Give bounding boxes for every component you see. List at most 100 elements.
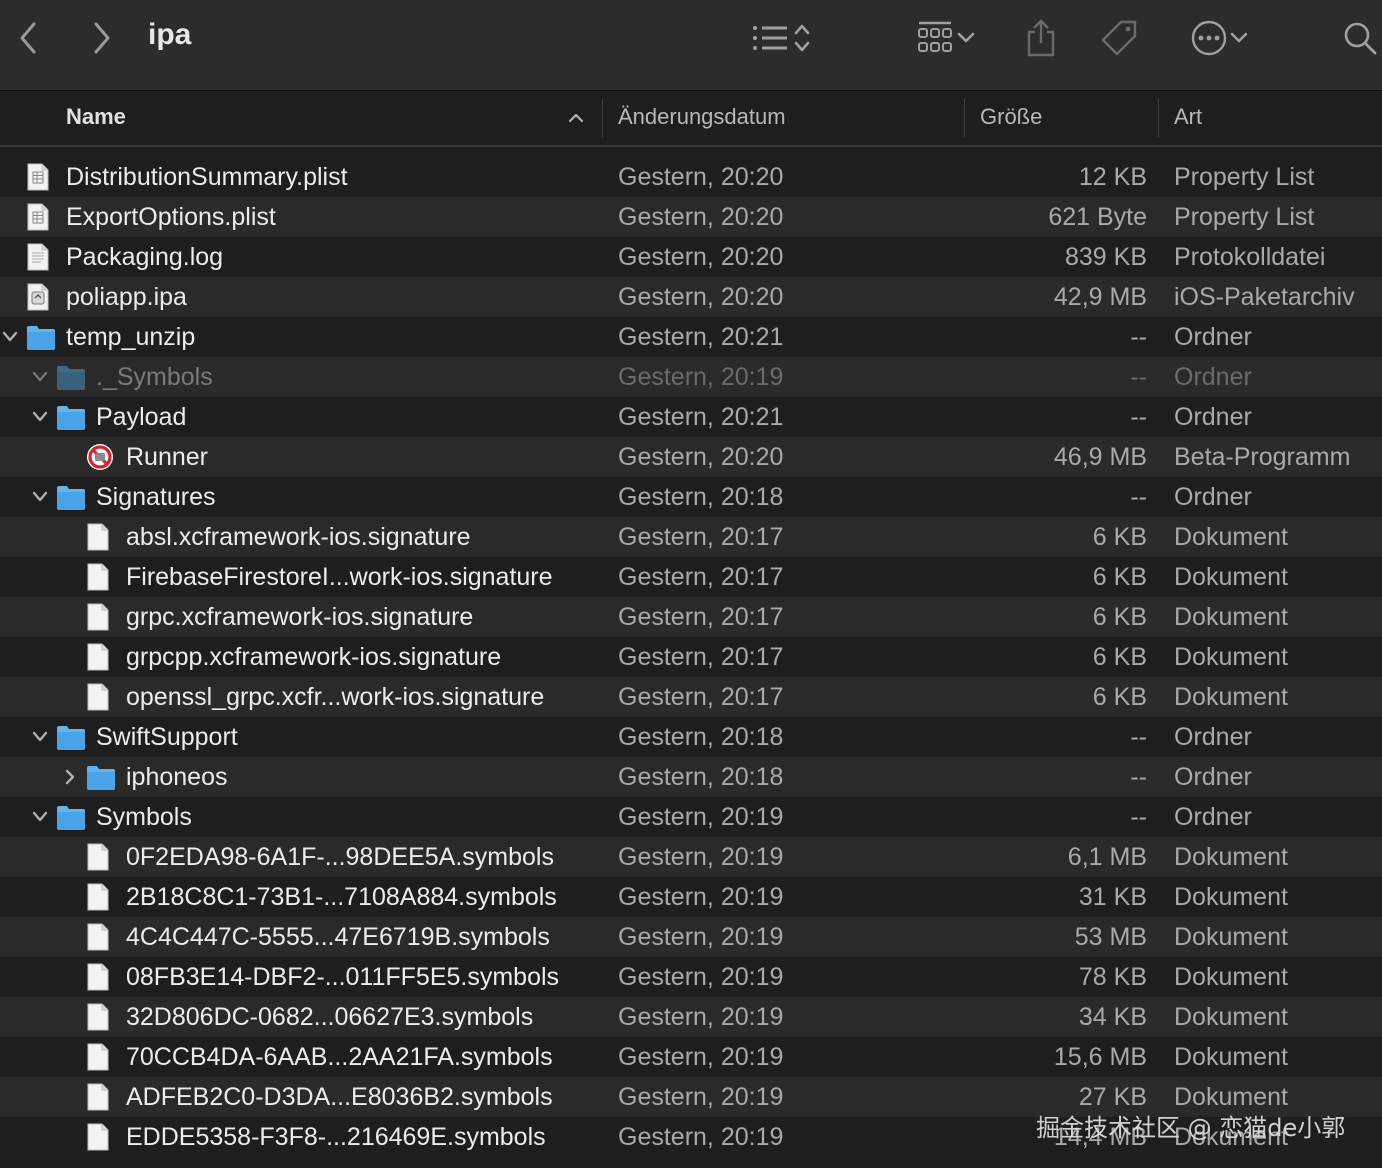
column-header-kind[interactable]: Art <box>1174 91 1202 145</box>
disclosure-open-icon[interactable] <box>30 357 50 397</box>
file-size: -- <box>1130 363 1147 391</box>
file-name: EDDE5358-F3F8-...216469E.symbols <box>126 1123 546 1151</box>
file-row[interactable]: temp_unzip Gestern, 20:21 -- Ordner <box>0 317 1382 357</box>
document-icon <box>86 603 114 631</box>
column-divider[interactable] <box>602 99 603 137</box>
file-name: Symbols <box>96 803 192 831</box>
window-title: ipa <box>148 18 192 51</box>
chevron-down-icon <box>957 32 975 43</box>
file-row[interactable]: 0F2EDA98-6A1F-...98DEE5A.symbols Gestern,… <box>0 837 1382 877</box>
tag-icon <box>1101 20 1137 56</box>
file-name: 32D806DC-0682...06627E3.symbols <box>126 1003 534 1031</box>
file-row[interactable]: FirebaseFirestoreI...work-ios.signature G… <box>0 557 1382 597</box>
file-date: Gestern, 20:19 <box>618 803 784 831</box>
file-size: 78 KB <box>1078 963 1147 991</box>
file-name: 2B18C8C1-73B1-...7108A884.symbols <box>126 883 557 911</box>
file-size: 6 KB <box>1092 683 1147 711</box>
disclosure-open-icon[interactable] <box>30 397 50 437</box>
file-row[interactable]: Payload Gestern, 20:21 -- Ordner <box>0 397 1382 437</box>
document-icon <box>86 963 114 991</box>
document-icon <box>86 883 114 911</box>
file-row[interactable]: Runner Gestern, 20:20 46,9 MB Beta-Programm <box>0 437 1382 477</box>
file-kind: Ordner <box>1174 403 1252 431</box>
file-row[interactable]: grpc.xcframework-ios.signature Gestern, 2… <box>0 597 1382 637</box>
disclosure-closed-icon[interactable] <box>60 757 80 797</box>
file-kind: Ordner <box>1174 723 1252 751</box>
plist-icon <box>26 203 54 231</box>
file-date: Gestern, 20:19 <box>618 1083 784 1111</box>
file-row[interactable]: Packaging.log Gestern, 20:20 839 KB Protoko… <box>0 237 1382 277</box>
file-size: 34 KB <box>1078 1003 1147 1031</box>
file-kind: Dokument <box>1174 643 1288 671</box>
file-date: Gestern, 20:19 <box>618 963 784 991</box>
file-row[interactable]: 4C4C447C-5555...47E6719B.symbols Gestern,… <box>0 917 1382 957</box>
disclosure-open-icon[interactable] <box>30 477 50 517</box>
file-row[interactable]: 70CCB4DA-6AAB...2AA21FA.symbols Gestern, … <box>0 1037 1382 1077</box>
file-kind: Dokument <box>1174 923 1288 951</box>
column-divider[interactable] <box>1158 99 1159 137</box>
column-divider[interactable] <box>964 99 965 137</box>
column-header-date[interactable]: Änderungsdatum <box>618 91 786 145</box>
file-date: Gestern, 20:17 <box>618 603 784 631</box>
folder-icon <box>86 763 115 791</box>
file-row[interactable]: grpcpp.xcframework-ios.signature Gestern,… <box>0 637 1382 677</box>
file-row[interactable]: Signatures Gestern, 20:18 -- Ordner <box>0 477 1382 517</box>
file-row[interactable]: Symbols Gestern, 20:19 -- Ordner <box>0 797 1382 837</box>
file-date: Gestern, 20:20 <box>618 163 784 191</box>
disclosure-open-icon[interactable] <box>30 797 50 837</box>
file-name: 0F2EDA98-6A1F-...98DEE5A.symbols <box>126 843 554 871</box>
forward-button[interactable] <box>86 14 116 62</box>
file-date: Gestern, 20:20 <box>618 243 784 271</box>
column-header: Name Änderungsdatum Größe Art <box>0 91 1382 147</box>
file-date: Gestern, 20:19 <box>618 923 784 951</box>
sort-ascending-indicator[interactable] <box>566 91 586 145</box>
file-row[interactable]: iphoneos Gestern, 20:18 -- Ordner <box>0 757 1382 797</box>
column-header-size[interactable]: Größe <box>980 91 1042 145</box>
file-date: Gestern, 20:17 <box>618 683 784 711</box>
share-button[interactable] <box>1022 14 1060 62</box>
file-row[interactable]: 2B18C8C1-73B1-...7108A884.symbols Gestern… <box>0 877 1382 917</box>
search-button[interactable] <box>1340 14 1380 62</box>
file-row[interactable]: ._Symbols Gestern, 20:19 -- Ordner <box>0 357 1382 397</box>
chevron-right-icon <box>94 22 110 54</box>
share-icon <box>1027 19 1055 57</box>
file-date: Gestern, 20:19 <box>618 1043 784 1071</box>
file-row[interactable]: SwiftSupport Gestern, 20:18 -- Ordner <box>0 717 1382 757</box>
log-icon <box>26 243 54 271</box>
file-kind: Dokument <box>1174 1043 1288 1071</box>
file-size: 621 Byte <box>1048 203 1147 231</box>
file-date: Gestern, 20:19 <box>618 843 784 871</box>
file-date: Gestern, 20:19 <box>618 883 784 911</box>
column-header-name[interactable]: Name <box>66 91 126 145</box>
file-row[interactable]: absl.xcframework-ios.signature Gestern, 2… <box>0 517 1382 557</box>
file-size: 46,9 MB <box>1053 443 1147 471</box>
file-list: DistributionSummary.plist Gestern, 20:20 1… <box>0 157 1382 1157</box>
file-kind: Dokument <box>1174 563 1288 591</box>
file-row[interactable]: DistributionSummary.plist Gestern, 20:20 1… <box>0 157 1382 197</box>
ellipsis-circle-icon <box>1191 20 1227 56</box>
file-kind: Ordner <box>1174 763 1252 791</box>
more-actions-button[interactable] <box>1184 14 1256 62</box>
file-row[interactable]: openssl_grpc.xcfr...work-ios.signature Ge… <box>0 677 1382 717</box>
group-button[interactable] <box>908 14 984 62</box>
tag-button[interactable] <box>1098 14 1140 62</box>
file-date: Gestern, 20:18 <box>618 763 784 791</box>
back-button[interactable] <box>14 14 44 62</box>
file-row[interactable]: poliapp.ipa Gestern, 20:20 42,9 MB iOS-Pake… <box>0 277 1382 317</box>
file-size: 6 KB <box>1092 643 1147 671</box>
file-row[interactable]: ExportOptions.plist Gestern, 20:20 621 Byt… <box>0 197 1382 237</box>
file-kind: Property List <box>1174 163 1315 191</box>
disclosure-open-icon[interactable] <box>30 717 50 757</box>
file-name: iphoneos <box>126 763 228 791</box>
file-date: Gestern, 20:17 <box>618 563 784 591</box>
view-options-button[interactable] <box>742 14 822 62</box>
file-size: 15,6 MB <box>1053 1043 1147 1071</box>
document-icon <box>86 1123 114 1151</box>
chevron-down-icon <box>1230 32 1248 43</box>
file-name: Signatures <box>96 483 216 511</box>
disclosure-open-icon[interactable] <box>0 317 20 357</box>
file-row[interactable]: 08FB3E14-DBF2-...011FF5E5.symbols Gestern… <box>0 957 1382 997</box>
file-name: DistributionSummary.plist <box>66 163 348 191</box>
file-row[interactable]: 32D806DC-0682...06627E3.symbols Gestern, … <box>0 997 1382 1037</box>
file-name: FirebaseFirestoreI...work-ios.signature <box>126 563 553 591</box>
